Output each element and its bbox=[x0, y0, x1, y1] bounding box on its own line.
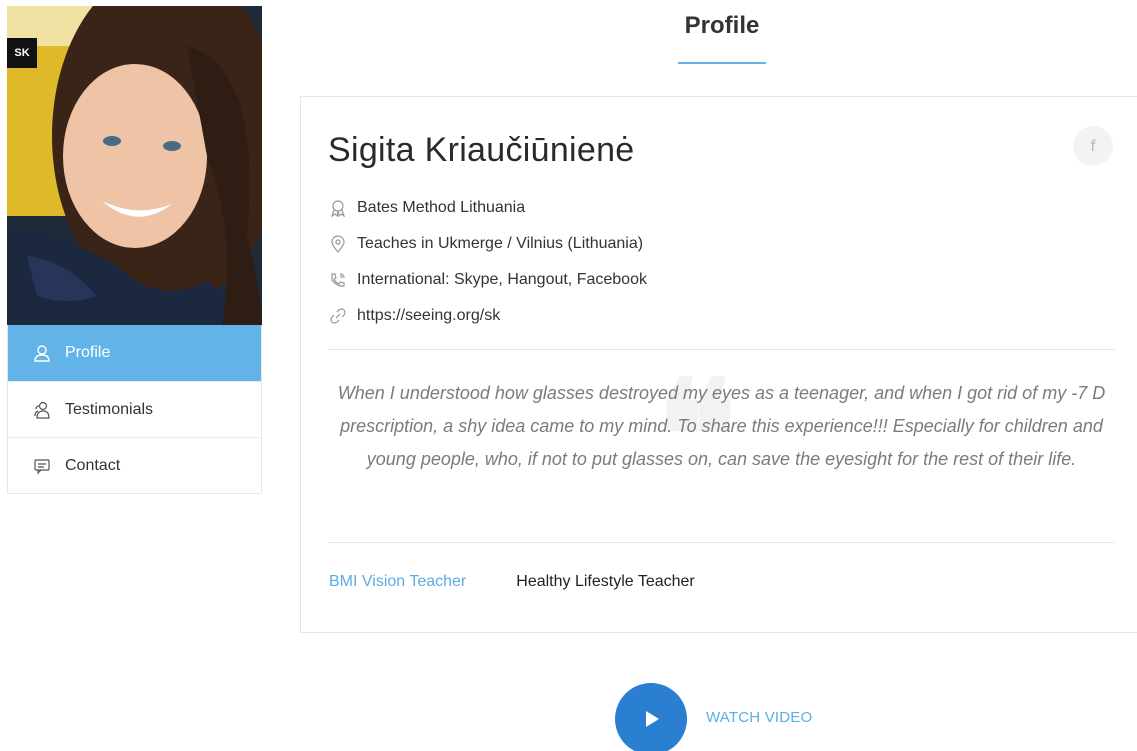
facebook-icon: f bbox=[1090, 137, 1096, 155]
page-title: Profile bbox=[684, 12, 760, 39]
profile-quote: When I understood how glasses destroyed … bbox=[337, 383, 1106, 469]
location-pin-icon bbox=[329, 235, 347, 253]
info-organization: Bates Method Lithuania bbox=[329, 190, 647, 226]
link-icon bbox=[329, 307, 347, 325]
chat-icon bbox=[33, 457, 51, 475]
profile-nav: Profile Testimonials Contact bbox=[7, 325, 262, 494]
nav-item-label: Testimonials bbox=[65, 400, 154, 418]
initials-badge: SK bbox=[7, 38, 37, 68]
nav-item-label: Contact bbox=[65, 456, 121, 474]
info-text: International: Skype, Hangout, Facebook bbox=[357, 271, 647, 288]
nav-item-testimonials[interactable]: Testimonials bbox=[8, 381, 261, 437]
info-text: Teaches in Ukmerge / Vilnius (Lithuania) bbox=[357, 235, 644, 252]
info-text: Bates Method Lithuania bbox=[357, 199, 526, 216]
profile-card: Sigita Kriaučiūnienė f Bates Method Lith… bbox=[300, 96, 1137, 633]
play-video-button[interactable] bbox=[615, 683, 687, 751]
profile-photo: SK bbox=[7, 6, 262, 325]
info-location: Teaches in Ukmerge / Vilnius (Lithuania) bbox=[329, 226, 647, 262]
nav-item-profile[interactable]: Profile bbox=[8, 325, 261, 381]
nav-item-label: Profile bbox=[65, 344, 111, 361]
info-website[interactable]: https://seeing.org/sk bbox=[329, 298, 647, 334]
website-link[interactable]: https://seeing.org/sk bbox=[357, 307, 500, 325]
portrait-image bbox=[7, 6, 262, 325]
profile-info-list: Bates Method Lithuania Teaches in Ukmerg… bbox=[329, 190, 647, 334]
profile-tags: BMI Vision Teacher Healthy Lifestyle Tea… bbox=[329, 573, 695, 591]
profile-name: Sigita Kriaučiūnienė bbox=[328, 131, 635, 169]
tag-healthy-lifestyle-teacher: Healthy Lifestyle Teacher bbox=[516, 573, 695, 590]
watch-video-link[interactable]: WATCH VIDEO bbox=[706, 709, 812, 726]
tag-bmi-vision-teacher[interactable]: BMI Vision Teacher bbox=[329, 573, 466, 591]
award-icon bbox=[329, 199, 347, 217]
phone-icon bbox=[329, 271, 347, 289]
divider bbox=[328, 542, 1115, 543]
play-icon bbox=[646, 711, 659, 727]
users-icon bbox=[33, 401, 51, 419]
user-icon bbox=[33, 344, 51, 362]
facebook-button[interactable]: f bbox=[1073, 126, 1113, 166]
nav-item-contact[interactable]: Contact bbox=[8, 437, 261, 493]
title-underline bbox=[678, 62, 766, 64]
info-contact-methods: International: Skype, Hangout, Facebook bbox=[329, 262, 647, 298]
